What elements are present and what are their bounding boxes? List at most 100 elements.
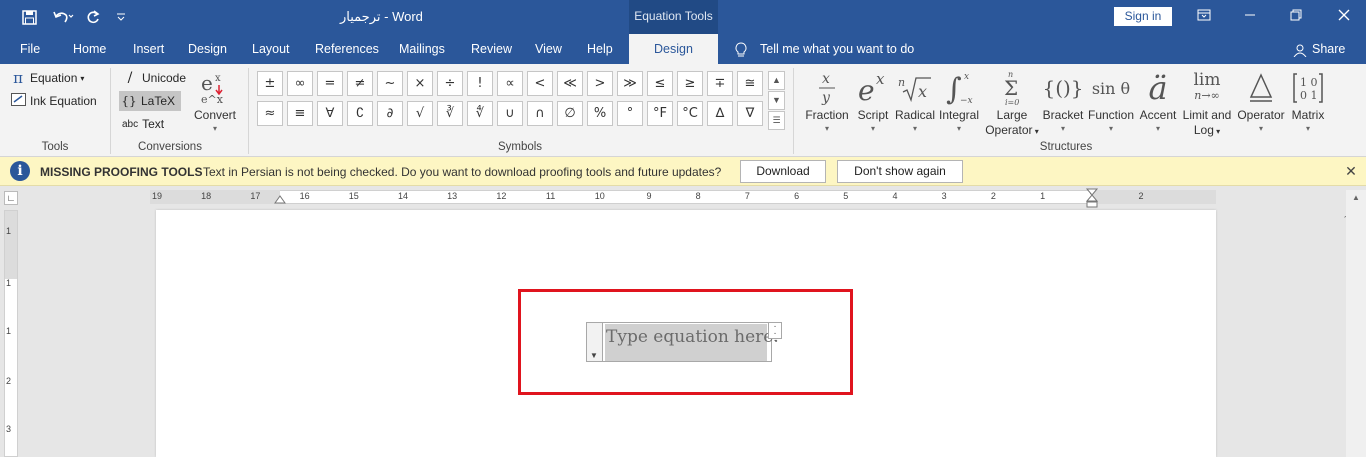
- tab-mailings[interactable]: Mailings: [399, 34, 445, 64]
- symbol-button[interactable]: ∀: [317, 101, 343, 126]
- ruler-number: 1: [1040, 191, 1046, 201]
- tab-equation-design[interactable]: Design: [629, 34, 718, 64]
- ruler-number: 17: [250, 191, 261, 201]
- tab-help[interactable]: Help: [587, 34, 613, 64]
- symbol-button[interactable]: ≈: [257, 101, 283, 126]
- download-button[interactable]: Download: [740, 160, 826, 183]
- symbol-button[interactable]: ∂: [377, 101, 403, 126]
- convert-button[interactable]: e x e^x Convert ▾: [193, 68, 237, 138]
- symbol-button[interactable]: ÷: [437, 71, 463, 96]
- symbol-button[interactable]: ∇: [737, 101, 763, 126]
- unicode-option[interactable]: / Unicode: [122, 68, 186, 88]
- symbol-button[interactable]: <: [527, 71, 553, 96]
- ink-equation-button[interactable]: Ink Equation: [10, 91, 97, 111]
- person-icon[interactable]: [1293, 34, 1307, 64]
- symbol-button[interactable]: %: [587, 101, 613, 126]
- equation-handle[interactable]: ▼: [587, 323, 603, 361]
- gallery-up-icon[interactable]: ▲: [768, 71, 785, 90]
- vertical-scrollbar[interactable]: ▲: [1346, 190, 1366, 457]
- symbol-button[interactable]: =: [317, 71, 343, 96]
- tab-view[interactable]: View: [535, 34, 562, 64]
- function-icon: sin θ: [1091, 78, 1131, 98]
- indent-marker-icon[interactable]: [274, 192, 286, 204]
- symbol-button[interactable]: ≤: [647, 71, 673, 96]
- script-button[interactable]: ex Script ▾: [854, 68, 892, 138]
- symbol-button[interactable]: ×: [407, 71, 433, 96]
- share-button[interactable]: Share: [1312, 34, 1345, 64]
- redo-icon[interactable]: [84, 6, 102, 28]
- ink-equation-icon: [10, 93, 26, 109]
- tab-review[interactable]: Review: [471, 34, 512, 64]
- symbol-button[interactable]: ∝: [497, 71, 523, 96]
- symbol-button[interactable]: ≅: [737, 71, 763, 96]
- symbol-button[interactable]: ∁: [347, 101, 373, 126]
- symbol-button[interactable]: ≡: [287, 101, 313, 126]
- bracket-button[interactable]: {()} Bracket ▾: [1042, 68, 1084, 138]
- radical-button[interactable]: nx Radical ▾: [894, 68, 936, 138]
- operator-button[interactable]: Operator ▾: [1236, 68, 1286, 138]
- matrix-button[interactable]: 1 00 1 Matrix ▾: [1288, 68, 1328, 138]
- accent-button[interactable]: ä Accent ▾: [1137, 68, 1179, 138]
- large-operator-button[interactable]: n Σi=0 Large Operator ▾: [983, 68, 1041, 138]
- hanging-indent-icon[interactable]: [1086, 188, 1098, 208]
- tab-references[interactable]: References: [315, 34, 379, 64]
- chevron-down-icon: ▾: [870, 124, 875, 133]
- symbol-button[interactable]: ~: [377, 71, 403, 96]
- svg-text:Σ: Σ: [1004, 76, 1018, 100]
- tab-design[interactable]: Design: [188, 34, 227, 64]
- equation-options-icon[interactable]: · · ·: [768, 322, 782, 346]
- symbol-button[interactable]: ∪: [497, 101, 523, 126]
- ribbon-display-icon[interactable]: [1192, 6, 1216, 26]
- chevron-down-icon: ▾: [1032, 127, 1039, 136]
- gallery-down-icon[interactable]: ▼: [768, 91, 785, 110]
- save-icon[interactable]: [18, 6, 40, 28]
- symbol-button[interactable]: ∞: [287, 71, 313, 96]
- tab-file[interactable]: File: [20, 34, 40, 64]
- symbol-button[interactable]: ∩: [527, 101, 553, 126]
- symbol-button[interactable]: ≪: [557, 71, 583, 96]
- symbol-button[interactable]: °C: [677, 101, 703, 126]
- equation-button[interactable]: π Equation ▾: [10, 68, 84, 88]
- symbol-button[interactable]: !: [467, 71, 493, 96]
- gallery-more-icon[interactable]: ☰: [768, 111, 785, 130]
- latex-option[interactable]: {} LaTeX: [119, 91, 182, 111]
- symbol-button[interactable]: ∜: [467, 101, 493, 126]
- scroll-up-icon[interactable]: ▲: [1346, 190, 1366, 206]
- symbol-button[interactable]: ≥: [677, 71, 703, 96]
- svg-text:1 0: 1 0: [1300, 76, 1318, 89]
- equation-container[interactable]: ▼ Type equation here.: [586, 322, 779, 362]
- text-option[interactable]: abc Text: [122, 114, 164, 134]
- sign-in-button[interactable]: Sign in: [1114, 7, 1172, 26]
- fraction-button[interactable]: xy Fraction ▾: [802, 68, 852, 138]
- symbol-button[interactable]: ≠: [347, 71, 373, 96]
- lightbulb-icon[interactable]: [734, 34, 748, 64]
- symbol-button[interactable]: ≫: [617, 71, 643, 96]
- symbol-button[interactable]: °: [617, 101, 643, 126]
- chevron-down-icon: ▾: [824, 124, 829, 133]
- tab-selector-icon[interactable]: ∟: [4, 191, 18, 205]
- symbol-button[interactable]: ∅: [557, 101, 583, 126]
- tab-insert[interactable]: Insert: [133, 34, 164, 64]
- symbol-button[interactable]: >: [587, 71, 613, 96]
- limit-log-button[interactable]: lim n→∞ Limit and Log ▾: [1180, 68, 1234, 138]
- dont-show-again-button[interactable]: Don't show again: [837, 160, 963, 183]
- tab-layout[interactable]: Layout: [252, 34, 290, 64]
- function-button[interactable]: sin θ Function ▾: [1087, 68, 1135, 138]
- tab-home[interactable]: Home: [73, 34, 106, 64]
- integral-button[interactable]: ∫ x −x Integral ▾: [937, 68, 981, 138]
- tell-me-search[interactable]: Tell me what you want to do: [760, 34, 914, 64]
- ruler-number: 2: [1138, 191, 1144, 201]
- undo-icon[interactable]: [48, 6, 78, 28]
- symbol-button[interactable]: ±: [257, 71, 283, 96]
- symbol-button[interactable]: ∓: [707, 71, 733, 96]
- restore-icon[interactable]: [1284, 6, 1308, 26]
- symbol-button[interactable]: °F: [647, 101, 673, 126]
- close-icon[interactable]: ✕: [1343, 163, 1359, 179]
- symbol-button[interactable]: ∛: [437, 101, 463, 126]
- minimize-icon[interactable]: [1238, 6, 1262, 26]
- equation-placeholder[interactable]: Type equation here.: [605, 324, 779, 361]
- customize-qat-icon[interactable]: [114, 6, 128, 28]
- symbol-button[interactable]: √: [407, 101, 433, 126]
- symbol-button[interactable]: ∆: [707, 101, 733, 126]
- close-icon[interactable]: [1332, 6, 1356, 26]
